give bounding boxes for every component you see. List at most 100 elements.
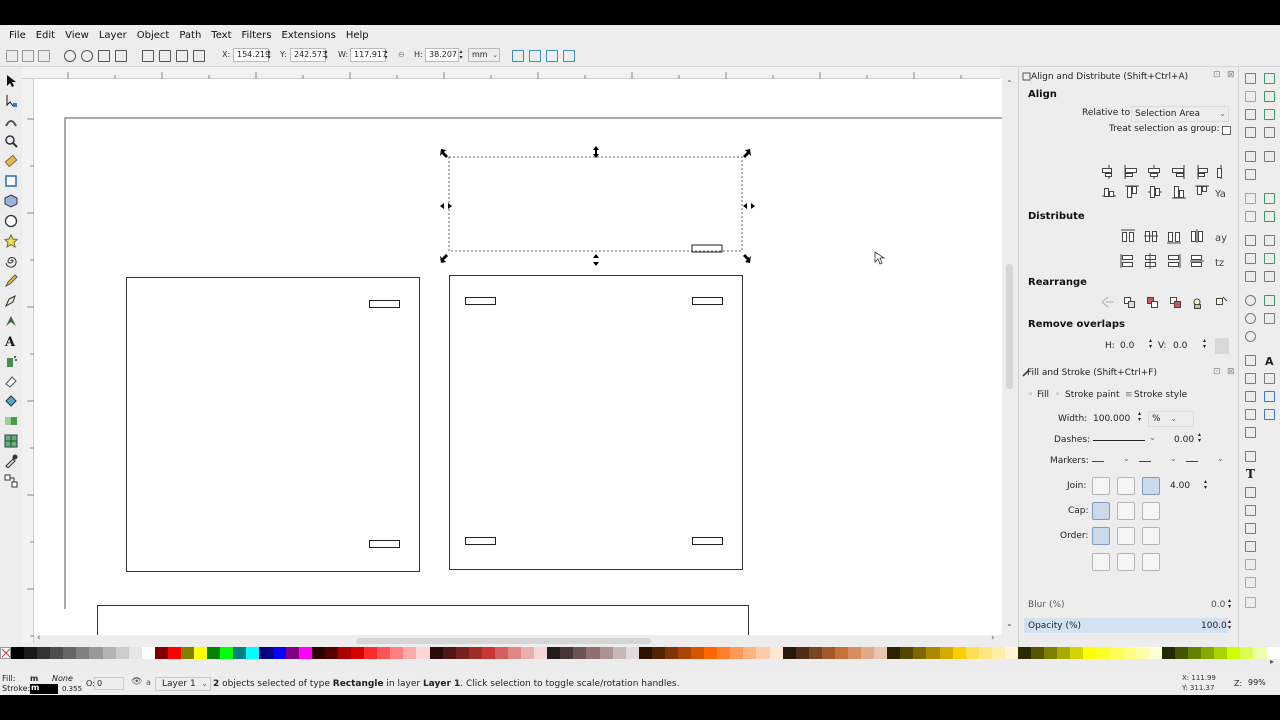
x-spinner[interactable]: ▴ ▾	[266, 49, 272, 61]
slot-rectangle[interactable]	[692, 537, 723, 545]
distribute-buttons[interactable]: ay tz	[1119, 227, 1229, 271]
join-round-button[interactable]	[1117, 477, 1135, 495]
snap-grid-icon[interactable]	[1264, 391, 1275, 402]
w-spinner[interactable]: ▴ ▾	[383, 49, 389, 61]
raise-icon[interactable]	[159, 50, 171, 62]
paste-icon[interactable]	[1245, 271, 1256, 282]
transform-gradients-icon[interactable]	[546, 50, 558, 62]
open-icon[interactable]	[1245, 91, 1256, 102]
select-all-icon[interactable]	[6, 50, 18, 62]
h-spinner[interactable]: ▴ ▾	[458, 49, 464, 61]
mid-marker-select[interactable]: ⌄	[1138, 453, 1180, 469]
menu-object[interactable]: Object	[132, 30, 175, 41]
menu-file[interactable]: File	[4, 30, 31, 41]
start-marker-select[interactable]: ⌄	[1091, 453, 1133, 469]
transform-patterns-icon[interactable]	[563, 50, 575, 62]
order-stroke-fill-markers-button[interactable]	[1117, 527, 1135, 545]
star-tool-icon[interactable]	[4, 234, 18, 248]
close-icon[interactable]: ⊠	[1227, 367, 1235, 377]
preferences-icon[interactable]	[1245, 559, 1256, 570]
snap-nodes-icon[interactable]	[1264, 193, 1275, 204]
scale-stroke-icon[interactable]	[512, 50, 524, 62]
xml-editor-icon[interactable]	[1245, 505, 1256, 516]
snap-centers-icon[interactable]	[1264, 271, 1275, 282]
cap-butt-button[interactable]	[1092, 502, 1110, 520]
eraser-tool-icon[interactable]	[4, 374, 18, 388]
rectangle-tool-icon[interactable]	[4, 174, 18, 188]
order-fill-markers-stroke-button[interactable]	[1142, 527, 1160, 545]
slot-rectangle[interactable]	[369, 540, 400, 548]
mesh-tool-icon[interactable]	[4, 434, 18, 448]
rearrange-buttons[interactable]	[1099, 293, 1229, 313]
layer-select[interactable]: Layer 1 ⌄	[155, 677, 211, 691]
tab-stroke-style[interactable]: Stroke style	[1134, 390, 1187, 400]
panel-rectangle-left[interactable]	[126, 277, 420, 572]
y-input[interactable]: 242.573	[290, 48, 327, 62]
flip-vertical-icon[interactable]	[115, 50, 127, 62]
stroke-width-value[interactable]: 0.355	[62, 685, 82, 693]
flip-horizontal-icon[interactable]	[98, 50, 110, 62]
scroll-up-icon[interactable]: ⌃	[1006, 79, 1013, 88]
order-markers-fill-stroke-button[interactable]	[1092, 553, 1110, 571]
text-font-icon[interactable]: T	[1246, 467, 1255, 481]
palette-menu-icon[interactable]: ▸	[1270, 657, 1274, 666]
pencil-tool-icon[interactable]	[4, 274, 18, 288]
cut-icon[interactable]	[1245, 253, 1256, 264]
vertical-ruler[interactable]	[22, 79, 34, 643]
spray-tool-icon[interactable]	[4, 354, 18, 368]
end-marker-select[interactable]: ⌄	[1185, 453, 1227, 469]
rotate-cw-icon[interactable]	[81, 50, 93, 62]
color-palette[interactable]	[0, 647, 1280, 659]
duplicate-icon[interactable]	[1245, 355, 1256, 366]
spiral-tool-icon[interactable]	[4, 254, 18, 268]
remove-overlaps-button[interactable]	[1215, 338, 1229, 354]
treat-as-group-checkbox[interactable]	[1222, 126, 1231, 135]
dash-offset-input[interactable]: 0.00	[1170, 432, 1198, 448]
overlap-v-spinner[interactable]: ▴ ▾	[1203, 338, 1206, 350]
zoom-drawing-icon[interactable]	[1245, 313, 1256, 324]
blur-spinner[interactable]: ▴ ▾	[1228, 598, 1231, 610]
raise-to-top-icon[interactable]	[142, 50, 154, 62]
layer-lock-icon[interactable]: a	[146, 678, 151, 687]
width-spinner[interactable]: ▴ ▾	[1138, 411, 1141, 423]
dropper-tool-icon[interactable]	[4, 454, 18, 468]
scroll-right-icon[interactable]: ›	[991, 633, 995, 643]
export-icon[interactable]	[1245, 169, 1256, 180]
horizontal-ruler[interactable]	[22, 67, 1000, 79]
zoom-tool-icon[interactable]	[4, 134, 18, 148]
node-tool-icon[interactable]	[4, 94, 18, 108]
snap-paths-icon[interactable]	[1264, 211, 1275, 222]
horizontal-scroll-thumb[interactable]	[356, 638, 651, 644]
order-stroke-markers-fill-button[interactable]	[1117, 553, 1135, 571]
overlap-h-spinner[interactable]: ▴ ▾	[1149, 338, 1152, 350]
h-input[interactable]: 38.207	[425, 48, 459, 62]
overlap-h-input[interactable]: 0.0	[1116, 338, 1150, 354]
opacity-value[interactable]: 100.0	[1201, 621, 1227, 631]
zoom-selection-icon[interactable]	[1245, 295, 1256, 306]
slot-rectangle[interactable]	[369, 300, 400, 308]
paint-bucket-tool-icon[interactable]	[4, 394, 18, 408]
deselect-icon[interactable]	[38, 50, 50, 62]
snap-smooth-icon[interactable]	[1264, 253, 1275, 264]
vertical-scroll-thumb[interactable]	[1006, 264, 1013, 389]
snap-corners-icon[interactable]	[1264, 127, 1275, 138]
rotate-ccw-icon[interactable]	[64, 50, 76, 62]
menu-view[interactable]: View	[60, 30, 94, 41]
opacity-spinner[interactable]: ▴ ▾	[1228, 619, 1231, 631]
snap-toggle-icon[interactable]	[1264, 73, 1275, 84]
restore-icon[interactable]: ⊡	[1213, 70, 1221, 80]
gradient-tool-icon[interactable]	[4, 414, 18, 428]
menu-text[interactable]: Text	[206, 30, 236, 41]
x-input[interactable]: 154.219	[233, 48, 270, 62]
selected-rectangle[interactable]	[448, 156, 743, 252]
snap-text-icon[interactable]: A	[1265, 355, 1274, 368]
slot-rectangle[interactable]	[692, 297, 723, 305]
selection-handles[interactable]	[440, 146, 755, 266]
new-document-icon[interactable]	[1245, 73, 1256, 84]
layers-icon[interactable]	[1245, 487, 1256, 498]
relative-to-select[interactable]: Selection Area ⌄	[1131, 106, 1229, 122]
snap-text-baseline-icon[interactable]	[1264, 313, 1275, 324]
palette-scrollbar[interactable]: ▸	[0, 657, 1280, 667]
fill-indicator[interactable]: m	[30, 674, 38, 683]
snap-intersections-icon[interactable]	[1264, 235, 1275, 246]
